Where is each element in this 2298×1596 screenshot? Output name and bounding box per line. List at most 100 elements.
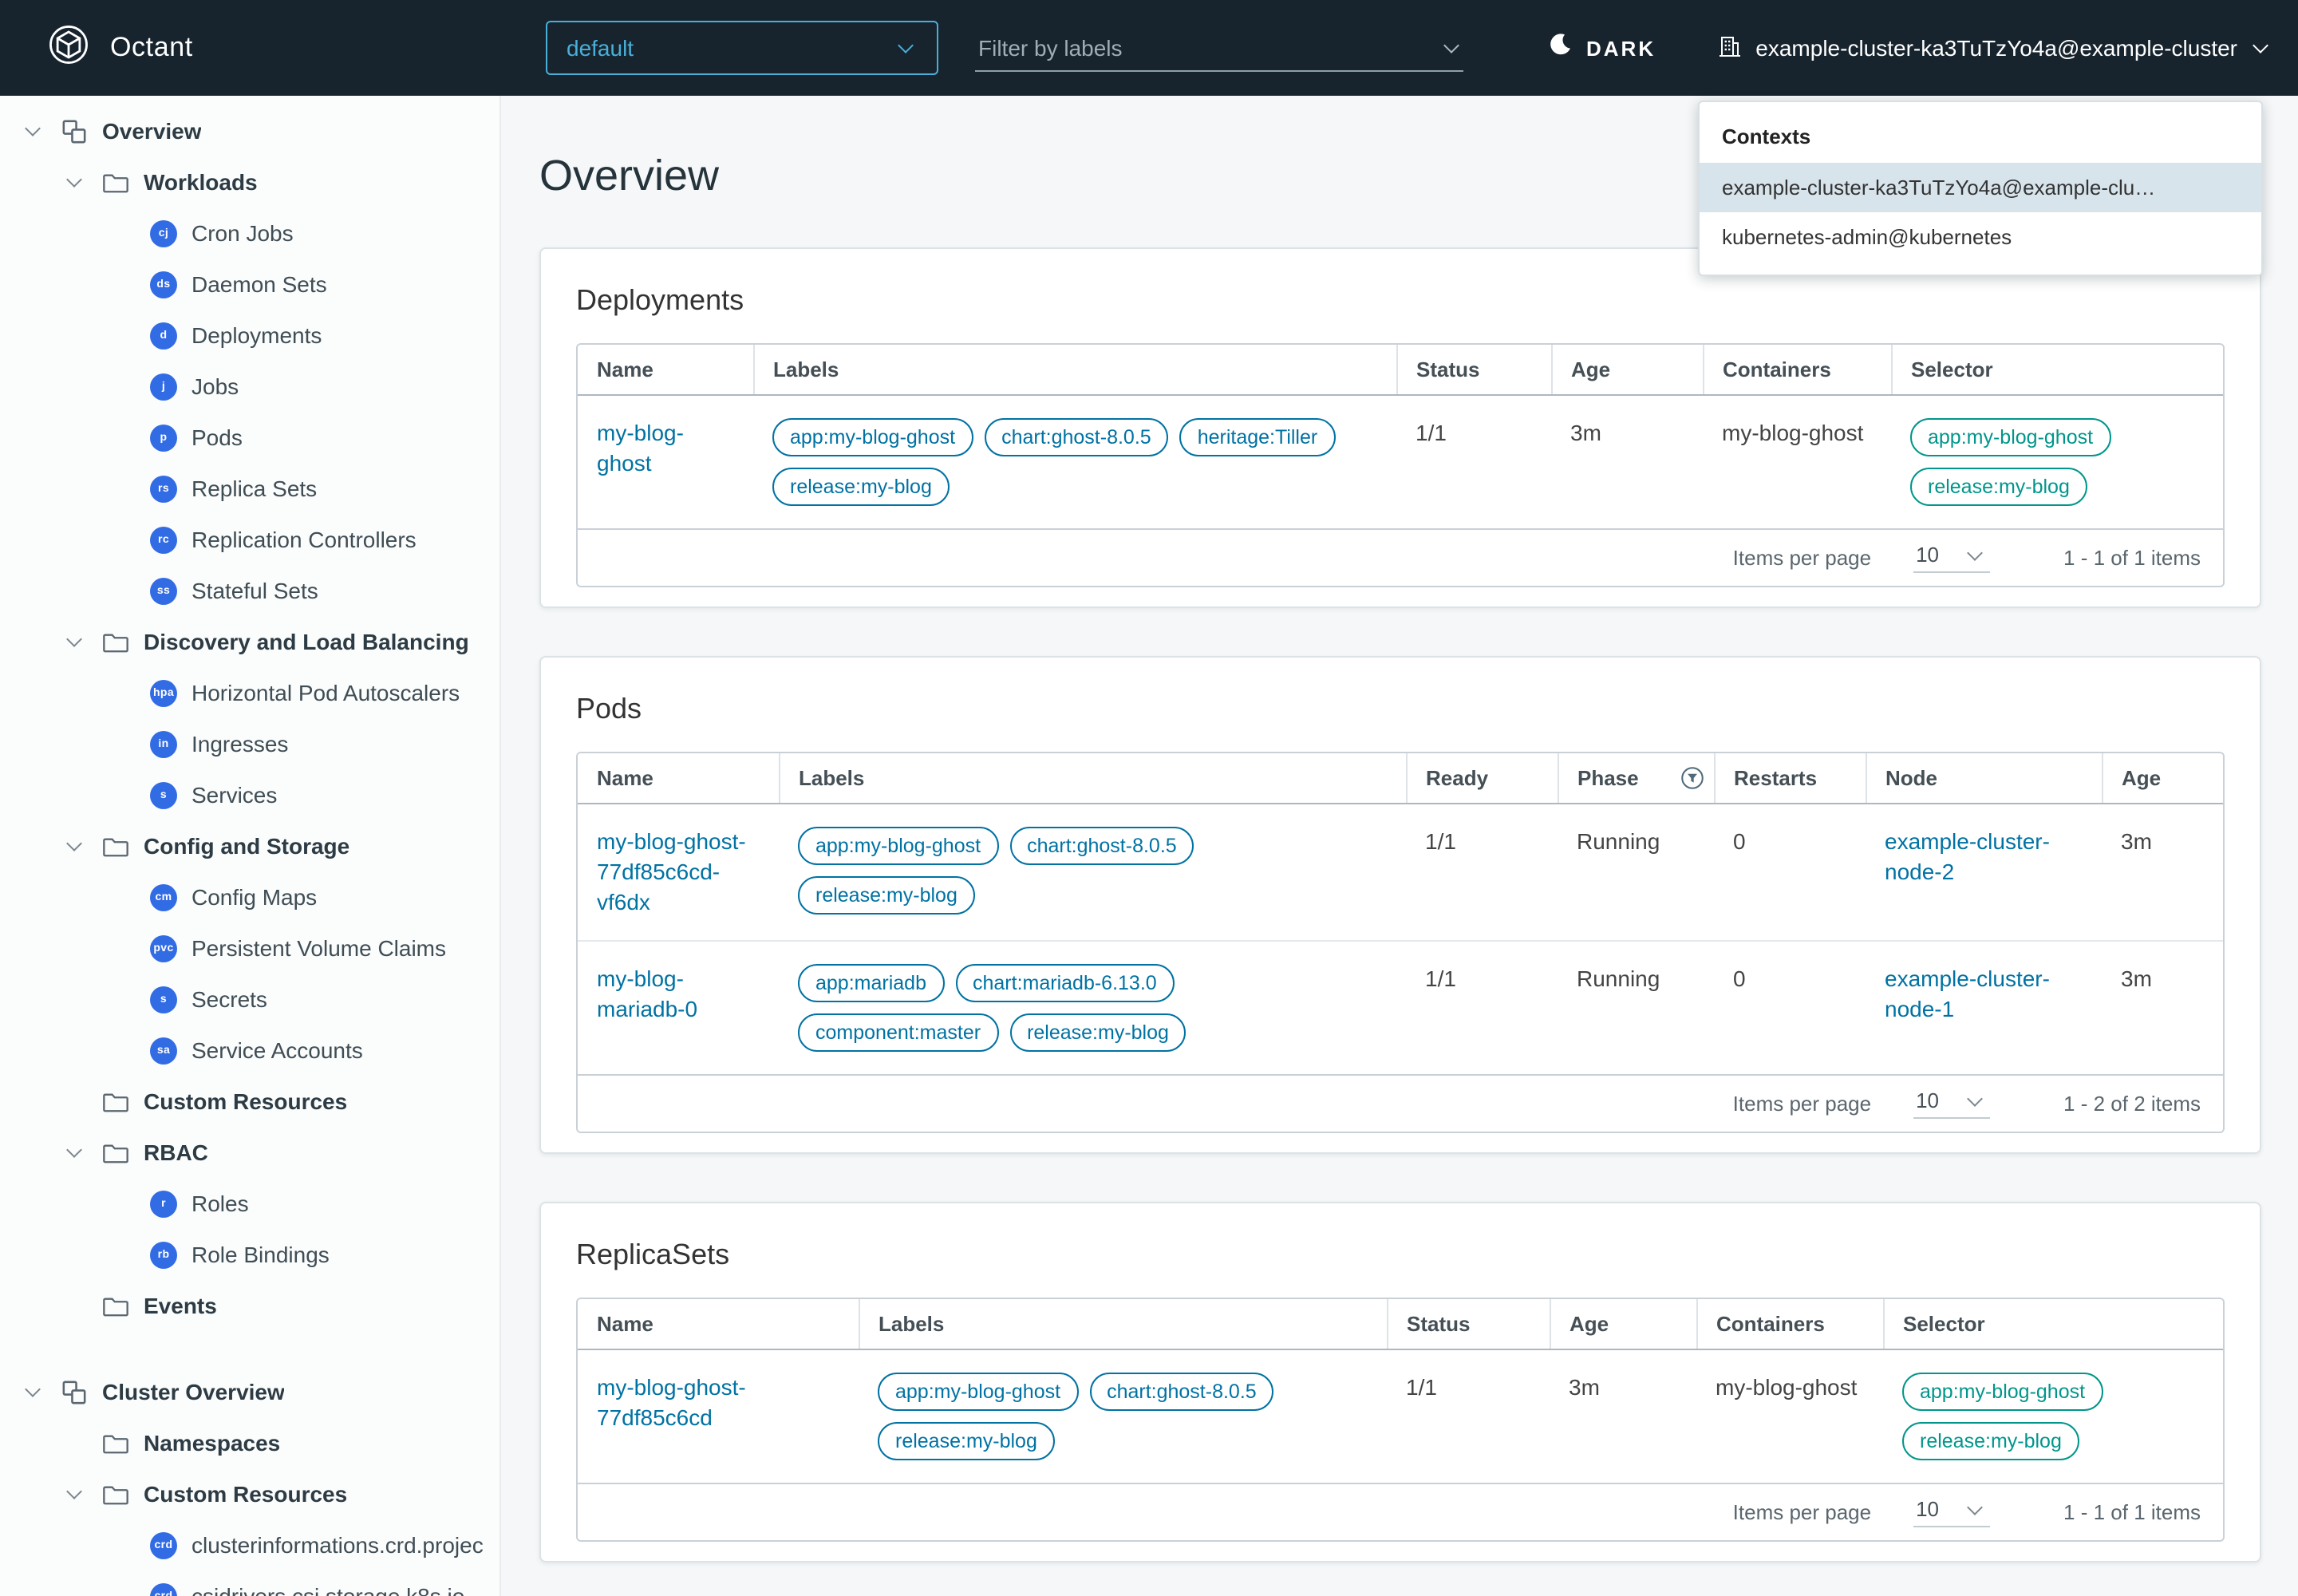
sidebar-item-discovery-and-load-balancing[interactable]: Discovery and Load Balancing <box>0 616 499 667</box>
sidebar-item-replica-sets[interactable]: rsReplica Sets <box>0 463 499 514</box>
sidebar-item-csidrivers-csi-storage-k8s-io[interactable]: crdcsidrivers.csi.storage.k8s.io <box>0 1570 499 1596</box>
cell-age: 3m <box>1551 395 1703 528</box>
sidebar-item-namespaces[interactable]: Namespaces <box>0 1417 499 1468</box>
cell-text: 1/1 <box>1416 420 1447 445</box>
sidebar-item-deployments[interactable]: dDeployments <box>0 310 499 361</box>
context-menu-item[interactable]: example-cluster-ka3TuTzYo4a@example-clu… <box>1700 163 2261 212</box>
context-menu-item[interactable]: kubernetes-admin@kubernetes <box>1700 212 2261 262</box>
column-header-age[interactable]: Age <box>1551 345 1703 395</box>
brand: Octant <box>48 0 193 96</box>
column-header-labels[interactable]: Labels <box>753 345 1396 395</box>
sidebar-item-pods[interactable]: pPods <box>0 412 499 463</box>
replicasets-icon: rs <box>150 475 177 502</box>
sidebar-item-horizontal-pod-autoscalers[interactable]: hpaHorizontal Pod Autoscalers <box>0 667 499 718</box>
items-per-page-label: Items per page <box>1733 1500 1871 1524</box>
sidebar-item-service-accounts[interactable]: saService Accounts <box>0 1025 499 1076</box>
items-per-page-select[interactable]: 10 <box>1913 1497 1990 1527</box>
column-header-labels[interactable]: Labels <box>779 753 1406 804</box>
resource-link[interactable]: my-blog-ghost-77df85c6cd-vf6dx <box>597 828 746 915</box>
column-header-age[interactable]: Age <box>1550 1299 1696 1349</box>
sidebar-item-role-bindings[interactable]: rbRole Bindings <box>0 1229 499 1280</box>
column-header-name[interactable]: Name <box>578 753 779 804</box>
label-filter-input[interactable] <box>975 33 1431 61</box>
pagination-range: 1 - 1 of 1 items <box>2063 1500 2201 1524</box>
column-header-node[interactable]: Node <box>1866 753 2102 804</box>
theme-toggle-button[interactable]: DARK <box>1548 0 1656 96</box>
chevron-down-icon[interactable] <box>64 1483 86 1505</box>
selector-badge: app:my-blog-ghost <box>1910 418 2110 456</box>
sidebar-item-label: clusterinformations.crd.projec <box>192 1532 484 1558</box>
pods-icon: p <box>150 424 177 451</box>
chevron-down-icon[interactable] <box>64 630 86 653</box>
sidebar-item-config-maps[interactable]: cmConfig Maps <box>0 871 499 922</box>
chevron-down-icon <box>895 37 918 59</box>
column-header-age[interactable]: Age <box>2102 753 2225 804</box>
cell-age: 3m <box>2102 804 2225 941</box>
sidebar-item-custom-resources[interactable]: Custom Resources <box>0 1468 499 1519</box>
items-per-page-select[interactable]: 10 <box>1913 543 1990 573</box>
filter-icon[interactable] <box>1680 766 1704 790</box>
column-header-containers[interactable]: Containers <box>1696 1299 1883 1349</box>
column-header-phase[interactable]: Phase <box>1558 753 1714 804</box>
sidebar-item-clusterinformations-crd-projec[interactable]: crdclusterinformations.crd.projec <box>0 1519 499 1570</box>
items-per-page-label: Items per page <box>1733 546 1871 570</box>
namespace-select[interactable]: default <box>546 21 938 75</box>
selector-badge: release:my-blog <box>1910 468 2087 506</box>
selector-badge: app:my-blog-ghost <box>1902 1373 2103 1411</box>
chevron-down-icon[interactable] <box>22 120 45 142</box>
sidebar-item-cron-jobs[interactable]: cjCron Jobs <box>0 207 499 259</box>
sidebar-item-replication-controllers[interactable]: rcReplication Controllers <box>0 514 499 565</box>
sidebar-item-overview[interactable]: Overview <box>0 105 499 156</box>
column-header-containers[interactable]: Containers <box>1703 345 1891 395</box>
resource-link[interactable]: example-cluster-node-2 <box>1885 828 2050 884</box>
resource-link[interactable]: my-blog-ghost-77df85c6cd <box>597 1374 746 1430</box>
resource-link[interactable]: example-cluster-node-1 <box>1885 966 2050 1021</box>
pvc-icon: pvc <box>150 934 177 962</box>
column-header-labels[interactable]: Labels <box>859 1299 1387 1349</box>
label-badge: app:my-blog-ghost <box>772 418 973 456</box>
sidebar-item-secrets[interactable]: sSecrets <box>0 974 499 1025</box>
chevron-down-icon[interactable] <box>64 171 86 193</box>
sidebar-item-services[interactable]: sServices <box>0 769 499 820</box>
pagination-footer: Items per page 10 1 - 1 of 1 items <box>578 1483 2223 1540</box>
column-header-status[interactable]: Status <box>1387 1299 1550 1349</box>
resource-link[interactable]: my-blog-ghost <box>597 420 684 476</box>
sidebar-item-label: Stateful Sets <box>192 578 318 603</box>
sidebar-item-events[interactable]: Events <box>0 1280 499 1331</box>
sidebar-item-jobs[interactable]: jJobs <box>0 361 499 412</box>
sidebar-item-daemon-sets[interactable]: dsDaemon Sets <box>0 259 499 310</box>
column-header-ready[interactable]: Ready <box>1406 753 1558 804</box>
column-header-name[interactable]: Name <box>578 345 753 395</box>
column-header-selector[interactable]: Selector <box>1891 345 2225 395</box>
sidebar-item-cluster-overview[interactable]: Cluster Overview <box>0 1366 499 1417</box>
context-selector-button[interactable]: example-cluster-ka3TuTzYo4a@example-clus… <box>1717 0 2272 96</box>
column-header-name[interactable]: Name <box>578 1299 859 1349</box>
sidebar-item-stateful-sets[interactable]: ssStateful Sets <box>0 565 499 616</box>
sidebar-item-label: RBAC <box>144 1140 208 1165</box>
cell-text: my-blog-ghost <box>1716 1374 1857 1400</box>
items-per-page-select[interactable]: 10 <box>1913 1088 1990 1119</box>
column-label: Selector <box>1911 358 1993 381</box>
column-header-restarts[interactable]: Restarts <box>1714 753 1866 804</box>
chevron-down-icon[interactable] <box>22 1381 45 1403</box>
sidebar-item-workloads[interactable]: Workloads <box>0 156 499 207</box>
column-label: Ready <box>1426 766 1488 790</box>
sidebar-item-label: Ingresses <box>192 731 288 757</box>
chevron-down-icon[interactable] <box>64 1141 86 1163</box>
sidebar-item-persistent-volume-claims[interactable]: pvcPersistent Volume Claims <box>0 922 499 974</box>
deployments-icon: d <box>150 322 177 349</box>
resource-link[interactable]: my-blog-mariadb-0 <box>597 966 697 1021</box>
column-label: Selector <box>1903 1312 1985 1336</box>
chevron-down-icon[interactable] <box>64 835 86 857</box>
sidebar-item-ingresses[interactable]: inIngresses <box>0 718 499 769</box>
chevron-down-icon <box>1964 1498 1987 1520</box>
folder-icon <box>102 832 129 859</box>
sidebar-item-rbac[interactable]: RBAC <box>0 1127 499 1178</box>
sidebar-item-config-and-storage[interactable]: Config and Storage <box>0 820 499 871</box>
sidebar-item-label: Daemon Sets <box>192 271 327 297</box>
hpa-icon: hpa <box>150 679 177 706</box>
sidebar-item-roles[interactable]: rRoles <box>0 1178 499 1229</box>
sidebar-item-custom-resources[interactable]: Custom Resources <box>0 1076 499 1127</box>
column-header-status[interactable]: Status <box>1396 345 1551 395</box>
column-header-selector[interactable]: Selector <box>1883 1299 2225 1349</box>
